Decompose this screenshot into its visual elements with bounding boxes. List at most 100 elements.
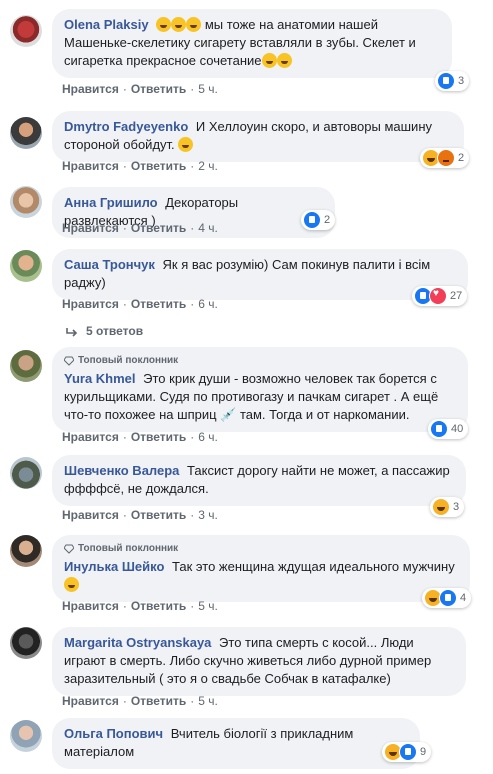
separator: · — [190, 599, 195, 613]
comment-author[interactable]: Olena Plaksiy — [64, 17, 149, 32]
like-button[interactable]: Нравится — [62, 297, 119, 311]
like-button[interactable]: Нравится — [62, 508, 119, 522]
separator: · — [122, 430, 127, 444]
reaction-count: 27 — [450, 290, 463, 302]
comment-bubble: Margarita Ostryanskaya Это типа смерть с… — [52, 627, 466, 696]
comment-actions: Нравится · Ответить · 6 ч. — [62, 430, 218, 444]
reply-button[interactable]: Ответить — [131, 508, 186, 522]
separator: · — [190, 297, 195, 311]
smile-icon — [178, 137, 194, 152]
comment-author[interactable]: Шевченко Валера — [64, 463, 179, 478]
comment-time[interactable]: 2 ч. — [198, 159, 218, 173]
like-button[interactable]: Нравится — [62, 159, 119, 173]
like-button[interactable]: Нравится — [62, 221, 119, 235]
comment-actions: Нравится · Ответить · 5 ч. — [62, 82, 218, 96]
separator: · — [122, 159, 127, 173]
avatar[interactable] — [10, 350, 42, 382]
comment-bubble: Dmytro Fadyeyenko И Хеллоуин скоро, и ав… — [52, 111, 464, 162]
avatar[interactable] — [10, 15, 42, 47]
like-button[interactable]: Нравится — [62, 430, 119, 444]
like-button[interactable]: Нравится — [62, 694, 119, 708]
comment-actions: Нравится · Ответить · 6 ч. — [62, 297, 218, 311]
comment-author[interactable]: Dmytro Fadyeyenko — [64, 119, 188, 134]
reaction-summary[interactable]: 9 — [382, 742, 432, 762]
reaction-summary[interactable]: 2 — [301, 210, 336, 230]
avatar[interactable] — [10, 627, 42, 659]
replies-count: 5 ответов — [86, 324, 144, 338]
comment-time[interactable]: 6 ч. — [198, 430, 218, 444]
comment-text: Так это женщина ждущая идеального мужчин… — [172, 559, 455, 574]
top-fan-badge: Топовый поклонник — [64, 354, 456, 368]
avatar[interactable] — [10, 250, 42, 282]
comment-actions: Нравится · Ответить · 5 ч. — [62, 599, 218, 613]
avatar[interactable] — [10, 186, 42, 218]
reply-button[interactable]: Ответить — [131, 297, 186, 311]
reaction-summary[interactable]: 2 — [420, 148, 470, 168]
comment-actions: Нравится · Ответить · 4 ч. — [62, 221, 218, 235]
comment-bubble: Топовый поклонник Yura Khmel Это крик ду… — [52, 347, 468, 432]
comment-time[interactable]: 3 ч. — [198, 508, 218, 522]
comment-author[interactable]: Margarita Ostryanskaya — [64, 635, 211, 650]
reaction-summary[interactable]: 3 — [430, 497, 465, 517]
badge-label: Топовый поклонник — [78, 355, 179, 366]
reaction-count: 4 — [460, 592, 467, 604]
like-reaction-icon — [437, 72, 455, 90]
comment-time[interactable]: 5 ч. — [198, 599, 218, 613]
reply-button[interactable]: Ответить — [131, 430, 186, 444]
reaction-count: 2 — [324, 214, 331, 226]
separator: · — [190, 159, 195, 173]
separator: · — [122, 82, 127, 96]
separator: · — [190, 221, 195, 235]
comment-time[interactable]: 4 ч. — [198, 221, 218, 235]
like-reaction-icon — [399, 743, 417, 761]
reply-button[interactable]: Ответить — [131, 599, 186, 613]
comment-author[interactable]: Инулька Шейко — [64, 559, 164, 574]
comment-bubble: Ольга Попович Вчитель біології з приклад… — [52, 718, 420, 769]
comment-bubble: Саша Трончук Як я вас розумію) Сам покин… — [52, 249, 468, 300]
comment-bubble: Olena Plaksiy мы тоже на анатомии нашей … — [52, 9, 452, 78]
angry-reaction-icon — [437, 149, 455, 167]
view-replies-link[interactable]: 5 ответов — [66, 324, 143, 338]
comment-author[interactable]: Саша Трончук — [64, 257, 155, 272]
comment-actions: Нравится · Ответить · 5 ч. — [62, 694, 218, 708]
separator: · — [190, 508, 195, 522]
comment-author[interactable]: Анна Гришило — [64, 195, 158, 210]
avatar[interactable] — [10, 535, 42, 567]
reaction-count: 2 — [458, 152, 465, 164]
like-reaction-icon — [439, 589, 457, 607]
separator: · — [190, 694, 195, 708]
reaction-summary[interactable]: 40 — [428, 419, 469, 439]
diamond-icon — [64, 544, 74, 554]
diamond-icon — [64, 356, 74, 366]
comment-author[interactable]: Yura Khmel — [64, 371, 136, 386]
comment-time[interactable]: 6 ч. — [198, 297, 218, 311]
reaction-summary[interactable]: 3 — [435, 71, 470, 91]
reply-arrow-icon — [66, 327, 78, 337]
reply-button[interactable]: Ответить — [131, 694, 186, 708]
reaction-summary[interactable]: 4 — [422, 588, 472, 608]
emoji-icon — [156, 17, 202, 32]
reply-button[interactable]: Ответить — [131, 221, 186, 235]
comment-time[interactable]: 5 ч. — [198, 82, 218, 96]
comment-actions: Нравится · Ответить · 2 ч. — [62, 159, 218, 173]
like-button[interactable]: Нравится — [62, 82, 119, 96]
avatar[interactable] — [10, 117, 42, 149]
reply-button[interactable]: Ответить — [131, 82, 186, 96]
top-fan-badge: Топовый поклонник — [64, 542, 458, 556]
reaction-count: 3 — [453, 501, 460, 513]
reaction-count: 9 — [420, 746, 427, 758]
emoji-icon — [261, 53, 292, 68]
like-button[interactable]: Нравится — [62, 599, 119, 613]
separator: · — [122, 221, 127, 235]
reaction-count: 3 — [458, 75, 465, 87]
separator: · — [122, 297, 127, 311]
like-reaction-icon — [303, 211, 321, 229]
reaction-summary[interactable]: 27 — [412, 286, 468, 306]
comment-author[interactable]: Ольга Попович — [64, 726, 163, 741]
reaction-count: 40 — [451, 423, 464, 435]
comment-time[interactable]: 5 ч. — [198, 694, 218, 708]
avatar[interactable] — [10, 457, 42, 489]
separator: · — [122, 508, 127, 522]
reply-button[interactable]: Ответить — [131, 159, 186, 173]
avatar[interactable] — [10, 720, 42, 752]
